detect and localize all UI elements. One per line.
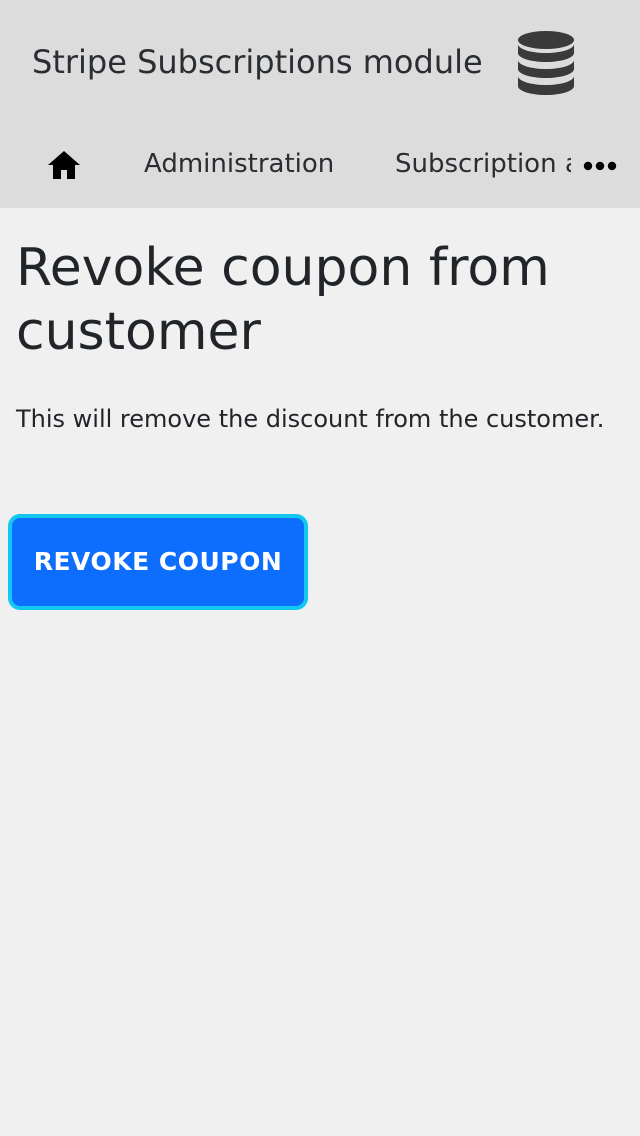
home-icon[interactable] xyxy=(46,148,82,182)
page-description: This will remove the discount from the c… xyxy=(16,405,605,433)
nav-item-administration[interactable]: Administration xyxy=(144,146,334,182)
nav-item-subscription[interactable]: Subscription and coupons xyxy=(395,146,571,182)
revoke-coupon-button[interactable]: REVOKE COUPON xyxy=(12,518,304,606)
app-title: Stripe Subscriptions module xyxy=(32,43,483,81)
top-bar: Stripe Subscriptions module Administrati… xyxy=(0,0,640,208)
database-icon xyxy=(518,31,574,95)
main-nav: Administration Subscription and coupons xyxy=(0,128,640,200)
page-title: Revoke coupon from customer xyxy=(16,238,550,362)
more-horizontal-icon[interactable] xyxy=(580,154,620,178)
